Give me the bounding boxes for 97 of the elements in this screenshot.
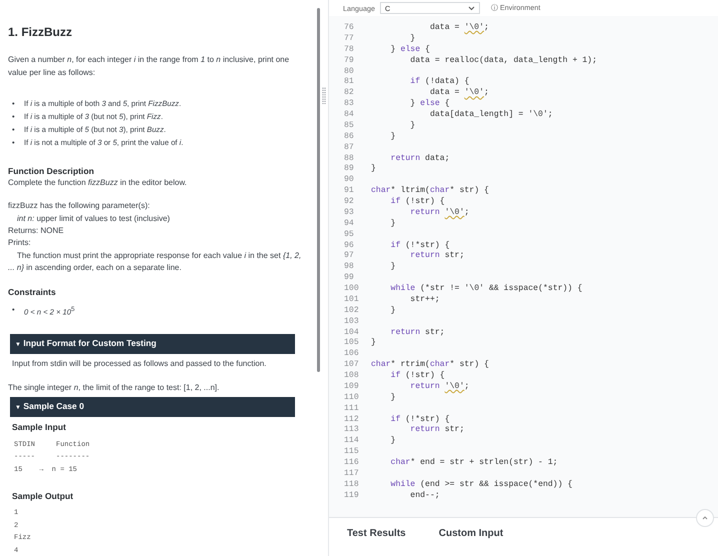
line-number: 83 xyxy=(343,99,355,110)
problem-title: 1. FizzBuzz xyxy=(8,26,74,38)
line-number: 116 xyxy=(343,458,360,469)
code-line: while (end >= str && isspace(*end)) { xyxy=(390,480,572,491)
code-line: return str; xyxy=(409,251,464,262)
section-heading: Sample Output xyxy=(12,490,74,502)
code-line: char* ltrim(char* str) { xyxy=(370,186,489,197)
panel-tab[interactable]: Test Results xyxy=(347,528,406,539)
code-line: } xyxy=(390,436,396,448)
code-line: if (!*str) { xyxy=(390,414,450,426)
line-number: 97 xyxy=(343,251,355,262)
text-line: Complete the function fizzBuzz in the editor below. xyxy=(8,177,188,190)
code-line: return '\0'; xyxy=(409,382,470,393)
code-line: data = realloc(data, data_length + 1); xyxy=(409,56,598,66)
code-line: char* end = str + strlen(str) - 1; xyxy=(390,458,558,469)
line-number: 112 xyxy=(343,414,360,426)
text-line: Returns: NONE xyxy=(8,225,65,238)
text-line: The single integer n, the limit of the range to test: [1, 2, ...n]. xyxy=(8,382,220,394)
line-number: 91 xyxy=(343,186,355,197)
code-line: } xyxy=(390,262,396,274)
line-number: 82 xyxy=(343,88,355,100)
section-heading: Function Description xyxy=(8,164,95,178)
code-line: if (!*str) { xyxy=(390,240,450,252)
text-line: Input from stdin will be processed as follows and passed to the function. xyxy=(11,358,268,370)
line-number: 103 xyxy=(343,316,360,328)
code-line: data = '\0'; xyxy=(428,88,489,99)
line-number: 98 xyxy=(343,262,355,274)
code-line: } xyxy=(390,392,396,404)
line-number: 96 xyxy=(343,240,355,252)
line-number: 78 xyxy=(343,44,355,56)
line-number: 111 xyxy=(343,404,360,414)
line-number: 102 xyxy=(343,306,360,317)
line-number: 107 xyxy=(343,360,360,371)
code-line: } xyxy=(390,132,396,143)
code-line: return str; xyxy=(390,328,445,338)
line-number: 76 xyxy=(343,23,355,34)
chevron-up-icon xyxy=(702,516,708,520)
panel-tab[interactable]: Custom Input xyxy=(438,528,504,539)
code-line: } else { xyxy=(409,99,450,110)
line-number: 81 xyxy=(343,77,355,88)
line-number: 113 xyxy=(343,425,360,436)
code-line: end--; xyxy=(409,490,440,502)
text-line: int n: upper limit of values to test (inclusive) xyxy=(16,212,171,225)
line-number: 93 xyxy=(343,208,355,219)
code-line: } xyxy=(409,120,416,132)
splitter-handle-icon[interactable] xyxy=(322,86,326,104)
section-heading: Constraints xyxy=(8,286,57,299)
code-line: } xyxy=(370,164,376,176)
chevron-down-icon xyxy=(468,6,475,10)
line-number: 118 xyxy=(343,480,360,491)
code-line: if (!str) { xyxy=(390,197,445,208)
line-number: 80 xyxy=(343,66,355,78)
line-number: 99 xyxy=(343,273,355,284)
line-number: 90 xyxy=(343,175,355,186)
code-line: if (!data) { xyxy=(409,77,470,88)
line-number: 117 xyxy=(343,468,360,480)
line-number: 106 xyxy=(343,349,360,360)
line-number: 119 xyxy=(343,490,360,502)
line-number: 89 xyxy=(343,164,355,176)
line-number: 92 xyxy=(343,197,355,208)
line-number: 110 xyxy=(343,392,360,404)
line-number: 114 xyxy=(343,436,360,448)
code-line: if (!str) { xyxy=(390,371,445,382)
code-line: } xyxy=(409,34,416,45)
code-line: str++; xyxy=(409,294,440,306)
code-line: } else { xyxy=(390,44,430,56)
paragraph: Given a number n, for each integer i in the range from 1 to n inclusive, print one value per line as follows: xyxy=(8,54,290,79)
line-number: 109 xyxy=(343,382,360,393)
section-heading: Sample Input xyxy=(12,421,67,434)
line-number: 86 xyxy=(343,132,355,143)
code-line: } xyxy=(390,306,396,317)
code-line: data[data_length] = '\0'; xyxy=(428,110,553,121)
line-number: 87 xyxy=(343,142,355,154)
code-line: data = '\0'; xyxy=(428,23,489,34)
line-number: 84 xyxy=(343,110,355,121)
paragraph: The function must print the appropriate response for each value i in the set {1, 2, ... n} in ascending order, each on a separate line. xyxy=(8,250,302,274)
text-line: fizzBuzz has the following parameter(s): xyxy=(8,200,151,212)
line-number: 105 xyxy=(343,338,360,350)
line-number: 115 xyxy=(343,447,360,458)
code-line: return data; xyxy=(390,154,450,164)
line-number: 79 xyxy=(343,56,355,66)
code-line: } xyxy=(370,338,376,350)
line-number: 85 xyxy=(343,120,355,132)
code-line: char* rtrim(char* str) { xyxy=(370,360,489,371)
code-line: return '\0'; xyxy=(409,208,470,219)
text-line: Prints: xyxy=(8,237,32,250)
line-number: 88 xyxy=(343,154,355,164)
code-line: return str; xyxy=(409,425,464,436)
line-number: 100 xyxy=(343,284,360,295)
code-line: } xyxy=(390,218,396,230)
line-number: 77 xyxy=(343,34,355,45)
line-number: 94 xyxy=(343,218,355,230)
code-line: while (*str != '\0' && isspace(*str)) { xyxy=(390,284,582,295)
line-number: 104 xyxy=(343,328,360,338)
line-number: 101 xyxy=(343,294,360,306)
line-number: 108 xyxy=(343,371,360,382)
line-number: 95 xyxy=(343,230,355,240)
